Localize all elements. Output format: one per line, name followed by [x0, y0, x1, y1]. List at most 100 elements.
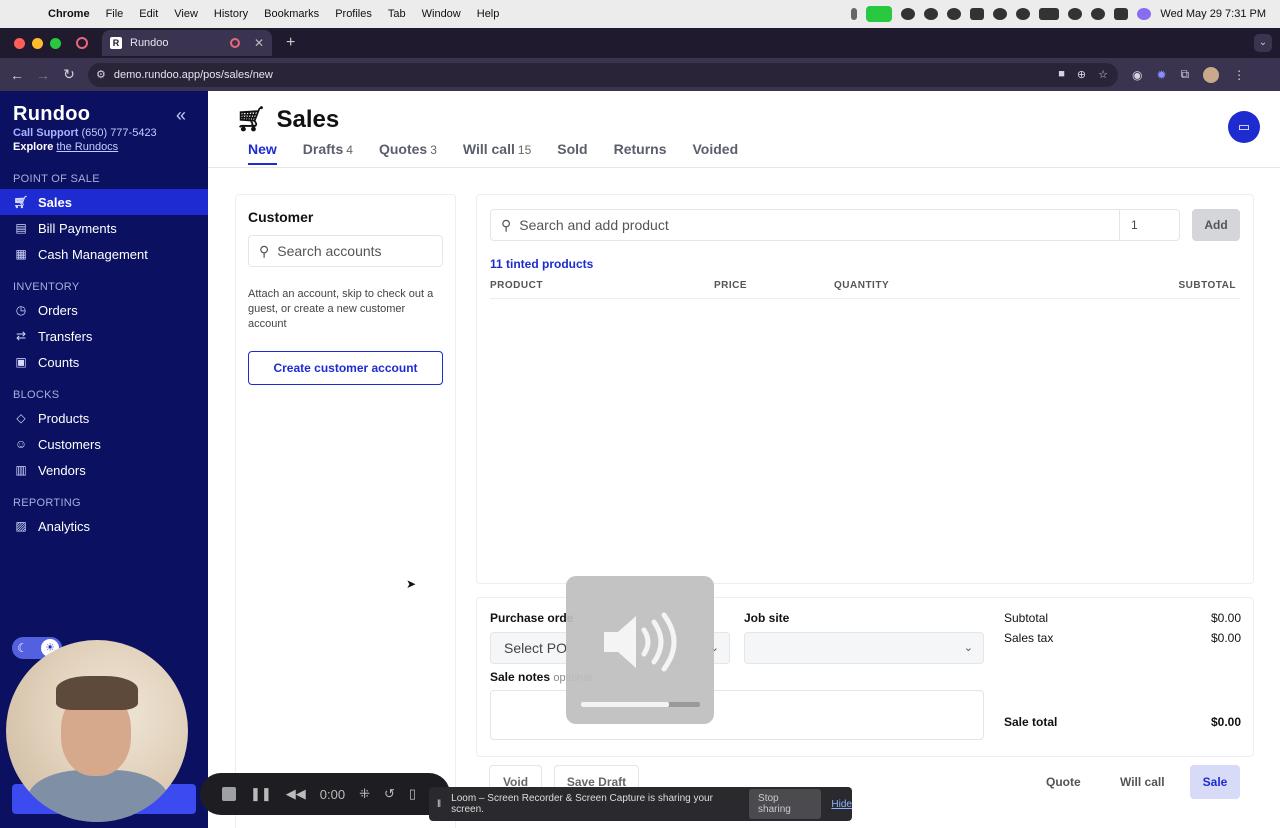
forward-icon[interactable]: → [30, 67, 56, 83]
pause-icon[interactable]: ❚❚ [250, 786, 272, 802]
menu-window[interactable]: Window [414, 8, 469, 20]
notion-icon[interactable] [970, 8, 985, 20]
subtotal-value: $0.00 [1210, 611, 1241, 625]
grammarly-icon[interactable] [993, 8, 1008, 20]
restart-icon[interactable]: ↺ [384, 786, 395, 802]
sale-total-value: $0.00 [1210, 715, 1241, 729]
sidebar-item-customers[interactable]: ☺ Customers [0, 431, 208, 457]
menu-view[interactable]: View [166, 8, 206, 20]
siri-icon[interactable] [1137, 8, 1152, 20]
stop-sharing-button[interactable]: Stop sharing [749, 789, 822, 819]
extension-globe-icon[interactable]: ◉ [1132, 68, 1142, 82]
job-site-label: Job site [744, 611, 790, 625]
camera-icon[interactable]: ■ [1058, 68, 1065, 81]
extension-sun-icon[interactable]: ✹ [1156, 68, 1166, 82]
sidebar-item-sales[interactable]: 🛒︎ Sales [0, 189, 208, 215]
hide-sharing-bar-link[interactable]: Hide [831, 799, 852, 810]
sidebar-item-label: Products [38, 410, 90, 426]
account-search-input[interactable]: ⚲ Search accounts [248, 235, 443, 267]
menu-app-name[interactable]: Chrome [40, 8, 98, 20]
quantity-input[interactable]: 1 [1119, 209, 1180, 241]
tab-recording-icon [229, 38, 240, 48]
menu-history[interactable]: History [206, 8, 256, 20]
tab-returns[interactable]: Returns [614, 141, 667, 165]
tab-voided[interactable]: Voided [693, 141, 739, 165]
trash-icon[interactable]: ▯ [409, 786, 416, 802]
mic-icon[interactable] [851, 8, 858, 20]
sidebar-item-orders[interactable]: ◷ Orders [0, 297, 208, 323]
tinted-products-link[interactable]: 11 tinted products [490, 257, 593, 271]
browser-tab-strip: R Rundoo ✕ + ⌄ [0, 28, 1280, 58]
openai-icon[interactable] [947, 8, 962, 20]
tab-will-call[interactable]: Will call 15 [463, 141, 531, 165]
profile-avatar[interactable] [1203, 66, 1220, 83]
menu-edit[interactable]: Edit [131, 8, 166, 20]
mouse-cursor-icon: ➤ [406, 577, 417, 591]
tab-title: Rundoo [130, 37, 169, 49]
browser-menu-icon[interactable]: ⋮ [1233, 68, 1245, 82]
screen-sharing-bar: ‖ Loom – Screen Recorder & Screen Captur… [429, 787, 852, 821]
sale-notes-textarea[interactable] [490, 690, 984, 740]
drive-icon[interactable] [924, 8, 939, 20]
new-tab-icon[interactable]: + [286, 34, 295, 52]
tab-sold[interactable]: Sold [557, 141, 587, 165]
facetime-icon[interactable] [866, 6, 893, 22]
extensions-puzzle-icon[interactable]: ⧉ [1181, 67, 1190, 82]
stop-recording-icon[interactable] [222, 787, 236, 801]
sidebar-item-transfers[interactable]: ⇄ Transfers [0, 323, 208, 349]
create-customer-account-button[interactable]: Create customer account [248, 351, 443, 385]
sale-button[interactable]: Sale [1190, 765, 1240, 799]
sidebar-item-products[interactable]: ◇ Products [0, 405, 208, 431]
zoom-window-icon[interactable] [50, 37, 61, 49]
menu-file[interactable]: File [98, 8, 132, 20]
menu-profiles[interactable]: Profiles [327, 8, 380, 20]
address-bar[interactable]: ⚙ demo.rundoo.app/pos/sales/new ■ ⊕ ☆ [88, 62, 1118, 87]
control-center-icon[interactable] [1114, 8, 1129, 20]
collapse-sidebar-icon[interactable]: « [176, 105, 186, 126]
cash-register-icon: ▦ [15, 247, 27, 261]
menu-bookmarks[interactable]: Bookmarks [256, 8, 327, 20]
rundocs-link[interactable]: the Rundocs [56, 141, 118, 153]
sidebar-item-cash-management[interactable]: ▦ Cash Management [0, 241, 208, 267]
cloud-icon[interactable] [901, 8, 916, 20]
tab-drafts[interactable]: Drafts 4 [303, 141, 353, 165]
chat-icon[interactable]: ▭ [1228, 111, 1260, 143]
reload-icon[interactable]: ↻ [56, 66, 82, 83]
browser-tab-rundoo[interactable]: R Rundoo ✕ [102, 30, 272, 56]
loom-webcam-bubble[interactable] [6, 640, 188, 822]
sidebar-item-analytics[interactable]: ▨ Analytics [0, 513, 208, 539]
extensions-area: ◉ ✹ ⧉ ⋮ [1118, 66, 1245, 83]
status-tray: Wed May 29 7:31 PM [851, 6, 1280, 22]
sidebar-item-bill-payments[interactable]: ▤ Bill Payments [0, 215, 208, 241]
product-search-input[interactable]: ⚲ Search and add product [490, 209, 1120, 241]
tab-search-icon[interactable]: ⌄ [1254, 34, 1272, 52]
will-call-button[interactable]: Will call [1120, 765, 1165, 799]
spotlight-icon[interactable] [1091, 8, 1106, 20]
battery-icon[interactable] [1039, 8, 1060, 20]
sidebar-item-vendors[interactable]: ▥ Vendors [0, 457, 208, 483]
drag-handle-icon[interactable]: ‖ [437, 799, 441, 810]
back-icon[interactable]: ← [4, 67, 30, 83]
rewind-icon[interactable]: ◀◀ [286, 786, 306, 802]
sidebar-item-counts[interactable]: ▣ Counts [0, 349, 208, 375]
close-tab-icon[interactable]: ✕ [254, 36, 264, 50]
site-info-icon[interactable]: ⚙ [96, 68, 106, 81]
minimize-window-icon[interactable] [32, 37, 43, 49]
quote-button[interactable]: Quote [1046, 765, 1081, 799]
menu-tab[interactable]: Tab [380, 8, 414, 20]
add-product-button[interactable]: Add [1192, 209, 1240, 241]
recording-indicator-icon [76, 37, 88, 49]
play-icon[interactable] [1016, 8, 1031, 20]
zoom-icon[interactable]: ⊕ [1077, 68, 1086, 81]
tab-new[interactable]: New [248, 141, 277, 165]
job-site-select[interactable]: ⌄ [744, 632, 984, 664]
close-window-icon[interactable] [14, 37, 25, 49]
page-title: 🛒︎ Sales [236, 105, 339, 134]
bookmark-star-icon[interactable]: ☆ [1098, 68, 1108, 81]
menubar-clock[interactable]: Wed May 29 7:31 PM [1160, 8, 1266, 20]
tab-quotes[interactable]: Quotes 3 [379, 141, 437, 165]
wifi-icon[interactable] [1068, 8, 1083, 20]
menu-help[interactable]: Help [469, 8, 508, 20]
drawing-tool-icon[interactable]: ⁜ [359, 786, 370, 802]
support-phone[interactable]: (650) 777-5423 [81, 127, 156, 139]
